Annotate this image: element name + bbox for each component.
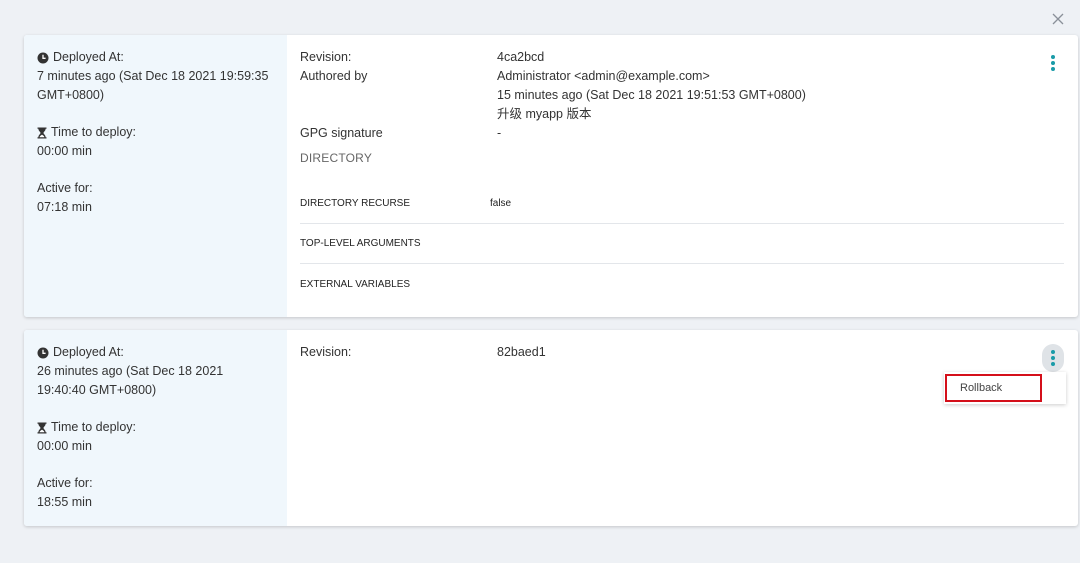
directory-row-value: false <box>490 198 512 209</box>
deployment-card: Deployed At: 7 minutes ago (Sat Dec 18 2… <box>24 35 1078 317</box>
more-vert-icon <box>1051 350 1055 366</box>
hourglass-icon <box>37 127 47 138</box>
author: Administrator <admin@example.com> <box>497 69 710 83</box>
active-for-label: Active for: <box>37 476 93 490</box>
deployed-at-label: Deployed At: <box>53 50 124 64</box>
actions-menu: Rollback <box>944 372 1066 404</box>
deployed-at-value: 26 minutes ago (Sat Dec 18 2021 19:40:40… <box>37 364 224 397</box>
close-button[interactable] <box>1047 8 1069 30</box>
deployment-details: Revision: 82baed1 Rollback <box>287 330 1078 526</box>
deployment-card: Deployed At: 26 minutes ago (Sat Dec 18 … <box>24 330 1078 526</box>
directory-row-key: TOP-LEVEL ARGUMENTS <box>300 238 421 249</box>
revision-label: Revision: <box>300 50 352 64</box>
active-for-value: 18:55 min <box>37 495 92 509</box>
commit-message: 升级 myapp 版本 <box>497 107 592 121</box>
directory-section-title: DIRECTORY <box>300 151 373 165</box>
hourglass-icon <box>37 422 47 433</box>
revision-value: 4ca2bcd <box>497 50 545 64</box>
authored-by-label: Authored by <box>300 69 368 83</box>
deployed-at-label: Deployed At: <box>53 345 124 359</box>
revision-label: Revision: <box>300 345 352 359</box>
deployed-at-value: 7 minutes ago (Sat Dec 18 2021 19:59:35 … <box>37 69 269 102</box>
deployment-summary: Deployed At: 7 minutes ago (Sat Dec 18 2… <box>24 35 287 317</box>
more-actions-button[interactable] <box>1042 49 1064 77</box>
deployment-summary: Deployed At: 26 minutes ago (Sat Dec 18 … <box>24 330 287 526</box>
directory-row: EXTERNAL VARIABLES <box>300 264 1064 304</box>
directory-rows: DIRECTORY RECURSE false TOP-LEVEL ARGUME… <box>300 184 1064 304</box>
time-to-deploy-label: Time to deploy: <box>51 420 136 434</box>
directory-row-key: DIRECTORY RECURSE <box>300 198 411 209</box>
gpg-signature-value: - <box>497 126 502 140</box>
directory-row: DIRECTORY RECURSE false <box>300 184 1064 224</box>
active-for-label: Active for: <box>37 181 93 195</box>
close-icon <box>1052 13 1064 25</box>
time-to-deploy-value: 00:00 min <box>37 439 92 453</box>
active-for-value: 07:18 min <box>37 200 92 214</box>
directory-row: TOP-LEVEL ARGUMENTS <box>300 224 1064 264</box>
more-vert-icon <box>1051 55 1055 71</box>
revision-value: 82baed1 <box>497 345 546 359</box>
clock-icon <box>37 52 49 63</box>
time-to-deploy-label: Time to deploy: <box>51 125 136 139</box>
clock-icon <box>37 347 49 358</box>
authored-time: 15 minutes ago (Sat Dec 18 2021 19:51:53… <box>497 88 806 102</box>
gpg-signature-label: GPG signature <box>300 126 383 140</box>
deployment-details: Revision: 4ca2bcd Authored by Administra… <box>287 35 1078 317</box>
directory-row-key: EXTERNAL VARIABLES <box>300 278 411 290</box>
rollback-menu-item[interactable]: Rollback <box>945 374 1042 402</box>
time-to-deploy-value: 00:00 min <box>37 144 92 158</box>
more-actions-button[interactable] <box>1042 344 1064 372</box>
